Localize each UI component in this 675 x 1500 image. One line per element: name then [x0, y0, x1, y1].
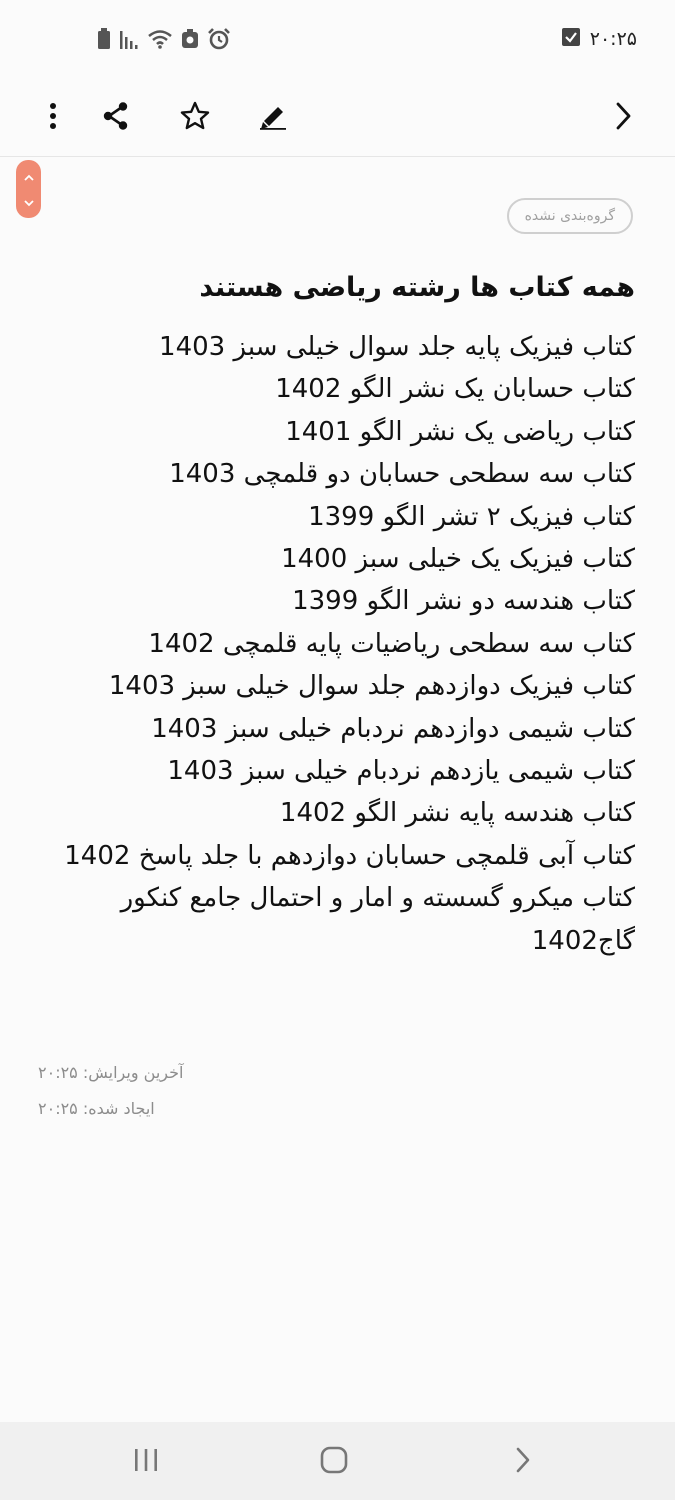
note-line: کتاب شیمی یازدهم نردبام خیلی سبز 1403	[167, 756, 635, 787]
more-vert-icon	[49, 102, 57, 134]
back-arrow-icon	[512, 1446, 532, 1478]
note-line: کتاب هندسه دو نشر الگو 1399	[292, 586, 635, 617]
note-body: کتاب فیزیک پایه جلد سوال خیلی سبز 1403 ک…	[40, 326, 635, 962]
note-line: کتاب حسابان یک نشر الگو 1402	[275, 374, 635, 405]
back-button[interactable]	[597, 92, 649, 144]
note-line: کتاب فیزیک پایه جلد سوال خیلی سبز 1403	[159, 332, 635, 362]
note-line: کتاب فیزیک یک خیلی سبز 1400	[281, 544, 635, 575]
scroll-handle[interactable]	[16, 160, 41, 218]
note-line: کتاب شیمی دوازدهم نردبام خیلی سبز 1403	[151, 713, 635, 744]
star-icon	[179, 100, 211, 136]
home-button[interactable]	[306, 1434, 362, 1490]
status-time: ۲۰:۲۵	[589, 28, 637, 50]
edit-button[interactable]	[247, 92, 299, 144]
wifi-icon	[147, 29, 173, 49]
chevron-right-icon	[613, 101, 633, 135]
chevron-down-icon	[23, 192, 35, 211]
more-options-button[interactable]	[27, 92, 79, 144]
note-line: کتاب فیزیک ۲ تشر الگو 1399	[308, 501, 635, 532]
nav-back-button[interactable]	[494, 1434, 550, 1490]
favorite-button[interactable]	[169, 92, 221, 144]
note-line: گاج1402	[531, 925, 635, 956]
note-title: همه کتاب ها رشته ریاضی هستند	[199, 272, 635, 303]
recent-apps-icon	[132, 1447, 160, 1477]
status-right: ۲۰:۲۵	[561, 28, 637, 50]
note-line: کتاب ریاضی یک نشر الگو 1401	[285, 416, 635, 447]
data-saver-icon	[181, 29, 199, 49]
note-toolbar	[0, 82, 675, 157]
status-bar: ۲۰:۲۵	[0, 0, 675, 82]
battery-icon	[97, 28, 111, 50]
note-line: کتاب فیزیک دوازدهم جلد سوال خیلی سبز 140…	[108, 671, 635, 702]
note-line: کتاب سه سطحی ریاضیات پایه قلمچی 1402	[148, 628, 635, 659]
share-button[interactable]	[90, 92, 142, 144]
note-line: کتاب آبی قلمچی حسابان دوازدهم با جلد پاس…	[64, 840, 635, 871]
status-icons	[97, 28, 231, 50]
created-label: ایجاد شده: ۲۰:۲۵	[38, 1099, 155, 1118]
recent-apps-button[interactable]	[118, 1434, 174, 1490]
checkbox-notification-icon	[561, 28, 580, 50]
system-nav-bar	[0, 1422, 675, 1500]
alarm-icon	[207, 28, 231, 50]
last-edited-label: آخرین ویرایش: ۲۰:۲۵	[38, 1063, 184, 1082]
note-line: کتاب میکرو گسسته و امار و احتمال جامع کن…	[120, 883, 635, 914]
home-icon	[319, 1445, 349, 1479]
note-content: همه کتاب ها رشته ریاضی هستند کتاب فیزیک …	[40, 266, 635, 962]
signal-icon	[119, 29, 139, 49]
note-line: کتاب سه سطحی حسابان دو قلمچی 1403	[169, 459, 635, 490]
category-chip[interactable]: گروه‌بندی نشده	[506, 198, 633, 234]
edit-icon	[258, 101, 288, 135]
share-icon	[101, 101, 131, 135]
chevron-up-icon	[23, 167, 35, 186]
note-line: کتاب هندسه پایه نشر الگو 1402	[279, 798, 635, 829]
